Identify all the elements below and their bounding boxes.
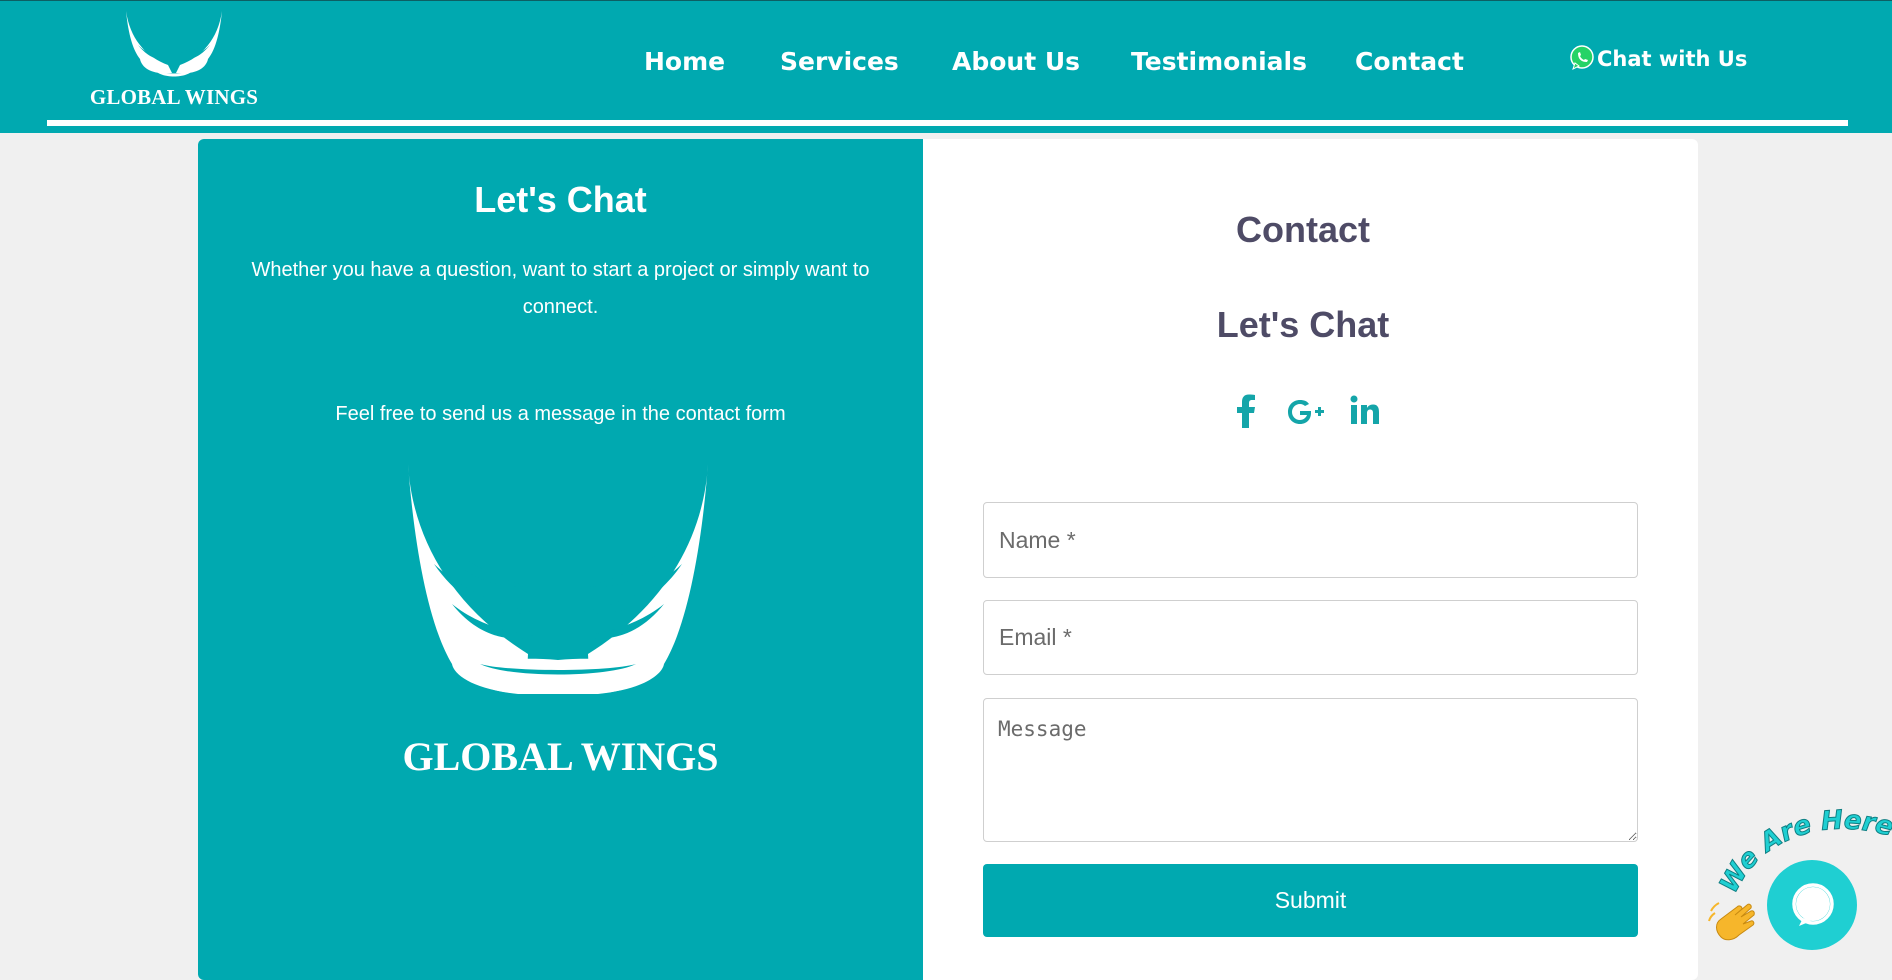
submit-button[interactable]: Submit [983,864,1638,937]
nav-testimonials[interactable]: Testimonials [1131,47,1307,76]
info-logo-text: GLOBAL WINGS [402,734,719,779]
email-field[interactable] [983,600,1638,675]
contact-card: Let's Chat Whether you have a question, … [198,139,1698,980]
chat-bubble-button[interactable] [1767,860,1857,950]
form-panel: Contact Let's Chat Name * Email * Messag… [923,139,1698,980]
info-panel: Let's Chat Whether you have a question, … [198,139,923,980]
waving-hand-icon [1707,897,1761,950]
name-field[interactable] [983,502,1638,578]
linkedin-icon[interactable] [1350,395,1380,430]
nav-about-us[interactable]: About Us [952,47,1080,76]
chat-with-us-link[interactable]: Chat with Us [1570,45,1748,71]
info-subtitle: Whether you have a question, want to sta… [251,259,870,318]
chat-bubble-icon [1792,883,1834,926]
chat-with-us-label: Chat with Us [1597,47,1748,71]
chat-widget[interactable]: We Are Here! [1705,805,1892,980]
nav-services[interactable]: Services [780,47,899,76]
contact-title: Contact [1236,209,1370,250]
info-title: Let's Chat [474,179,647,220]
facebook-icon[interactable] [1235,394,1257,433]
info-note: Feel free to send us a message in the co… [335,403,786,425]
wings-logo-icon [126,11,222,77]
contact-subtitle: Let's Chat [1216,304,1390,345]
google-plus-icon[interactable] [1285,398,1325,431]
whatsapp-icon [1569,45,1595,71]
message-field[interactable] [983,698,1638,842]
logo-text: GLOBAL WINGS [89,85,259,109]
social-links [1235,394,1395,434]
header-divider [47,120,1848,126]
wings-logo-large-icon [408,464,708,694]
nav-contact[interactable]: Contact [1355,47,1464,76]
site-header: GLOBAL WINGS Home Services About Us Test… [0,0,1892,133]
nav-home[interactable]: Home [644,47,725,76]
site-logo[interactable]: GLOBAL WINGS [84,9,264,113]
